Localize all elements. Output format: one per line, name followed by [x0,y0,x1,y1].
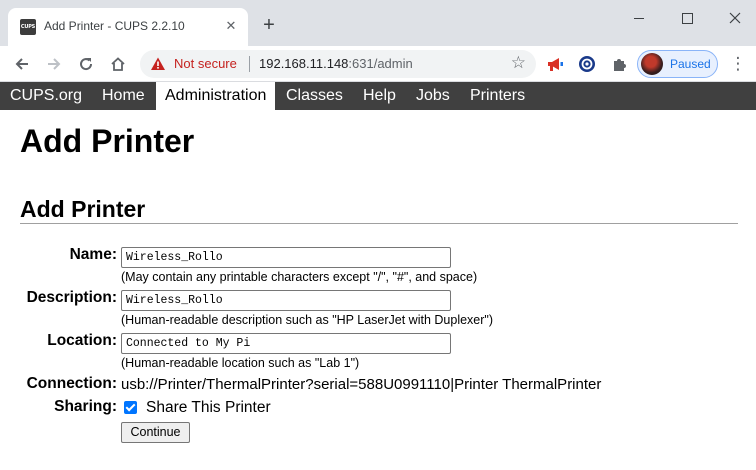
name-label: Name: [69,246,117,263]
browser-tab-strip: CUPS Add Printer - CUPS 2.2.10 ✕ + [0,0,756,46]
name-input[interactable]: Wireless_Rollo [121,247,451,268]
tab-close-icon[interactable]: ✕ [222,17,240,35]
reload-icon [80,58,93,71]
location-input[interactable]: Connected to My Pi [121,333,451,354]
share-printer-checkbox[interactable] [124,401,137,414]
section-divider [20,223,738,224]
security-status[interactable]: Not secure [174,56,237,71]
page-title: Add Printer [20,123,195,159]
location-hint: (Human-readable location such as "Lab 1"… [121,356,360,370]
profile-status: Paused [670,57,711,71]
location-label: Location: [47,332,117,349]
url-path: :631/admin [348,56,413,71]
description-hint: (Human-readable description such as "HP … [121,313,494,327]
description-input[interactable]: Wireless_Rollo [121,290,451,311]
window-minimize-button[interactable] [616,6,662,30]
circle-extension-icon[interactable] [575,52,599,76]
new-tab-button[interactable]: + [258,15,280,37]
warning-icon[interactable] [150,56,166,72]
cups-favicon-icon: CUPS [20,19,36,35]
nav-item-home[interactable]: Home [93,82,154,110]
tab-title: Add Printer - CUPS 2.2.10 [44,19,185,33]
home-icon [111,57,125,71]
omnibox-divider [249,56,250,72]
url-text[interactable]: 192.168.11.148:631/admin [259,56,413,71]
sharing-label: Sharing: [54,398,117,415]
browser-menu-icon[interactable]: ⋮ [728,52,748,76]
arrow-right-icon [48,58,61,70]
forward-button[interactable] [42,52,66,76]
reload-button[interactable] [74,52,98,76]
swirl-icon [579,56,595,72]
profile-button[interactable]: Paused [637,50,718,78]
bookmark-star-icon[interactable]: ☆ [511,53,526,73]
description-label: Description: [26,289,117,306]
continue-button[interactable]: Continue [121,422,190,443]
browser-toolbar: Not secure 192.168.11.148:631/admin ☆ Pa… [0,46,756,82]
nav-item-printers[interactable]: Printers [461,82,534,110]
address-bar[interactable]: Not secure 192.168.11.148:631/admin ☆ [140,50,536,78]
nav-item-classes[interactable]: Classes [277,82,352,110]
megaphone-icon [548,58,563,71]
window-maximize-button[interactable] [664,6,710,30]
name-hint: (May contain any printable characters ex… [121,270,478,284]
avatar [641,53,663,75]
megaphone-extension-icon[interactable] [543,52,567,76]
puzzle-icon [613,59,626,71]
browser-tab-active[interactable]: CUPS Add Printer - CUPS 2.2.10 ✕ [8,8,248,46]
nav-item-help[interactable]: Help [354,82,405,110]
nav-item-jobs[interactable]: Jobs [407,82,459,110]
window-close-button[interactable] [712,6,756,30]
home-button[interactable] [106,52,130,76]
back-button[interactable] [10,52,34,76]
close-icon [729,12,741,24]
cups-nav-bar: CUPS.org Home Administration Classes Hel… [0,82,756,110]
connection-value: usb://Printer/ThermalPrinter?serial=588U… [121,376,602,393]
share-printer-label[interactable]: Share This Printer [146,399,271,417]
section-title: Add Printer [20,196,146,222]
nav-item-administration[interactable]: Administration [156,82,276,110]
url-host: 192.168.11.148 [259,56,349,71]
nav-item-cups-org[interactable]: CUPS.org [1,82,91,110]
extensions-puzzle-icon[interactable] [607,52,631,76]
connection-label: Connection: [26,375,117,392]
arrow-left-icon [15,58,28,70]
